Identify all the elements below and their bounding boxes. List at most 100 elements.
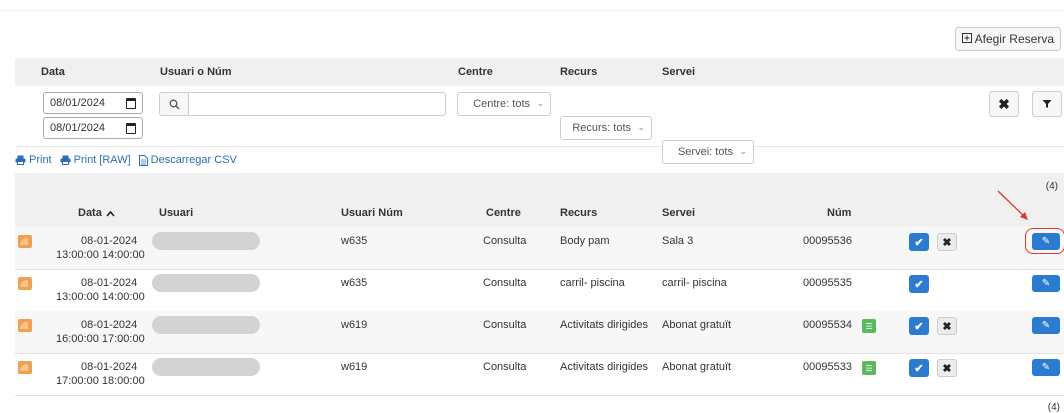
confirm-button[interactable]: ✔ — [909, 317, 929, 335]
servei-select-value: Servei: tots — [677, 146, 733, 158]
filter-header-centre: Centre — [458, 66, 493, 78]
row-recurs: Body pam — [560, 235, 610, 247]
filter-header-data: Data — [41, 66, 65, 78]
date-from-value: 08/01/2024 — [50, 97, 106, 109]
notes-badge-icon[interactable]: ☰ — [862, 361, 876, 375]
add-reservation-label: Afegir Reserva — [974, 32, 1054, 46]
annotation-arrow-icon — [997, 190, 1028, 220]
user-avatar-redacted — [152, 274, 260, 292]
search-icon — [169, 99, 179, 109]
download-csv-link[interactable]: Descarregar CSV — [138, 154, 237, 166]
document-icon — [138, 154, 148, 166]
date-to-input[interactable]: 08/01/2024 — [43, 117, 143, 139]
edit-icon: ✎ — [1041, 320, 1051, 331]
clear-filters-button[interactable]: ✖ — [989, 91, 1019, 117]
edit-icon: ✎ — [1041, 278, 1051, 289]
calendar-icon[interactable] — [126, 122, 136, 134]
row-time: 13:00:00 14:00:00 — [56, 291, 145, 303]
filter-header-recurs: Recurs — [560, 66, 598, 78]
print-raw-label: Print [RAW] — [73, 154, 131, 166]
column-header-usuari-num: Usuari Núm — [341, 207, 403, 219]
column-header-usuari: Usuari — [159, 207, 194, 219]
table-row: 08-01-2024 16:00:00 17:00:00 w619 Consul… — [15, 311, 1064, 354]
edit-button[interactable]: ✎ — [1032, 317, 1060, 334]
confirm-button[interactable]: ✔ — [909, 359, 929, 377]
edit-button[interactable]: ✎ — [1032, 359, 1060, 376]
recurs-select-value: Recurs: tots — [572, 122, 631, 134]
centre-select[interactable]: Centre: tots ⌄ — [457, 92, 551, 116]
row-time: 13:00:00 14:00:00 — [56, 249, 145, 261]
export-links: Print Print [RAW] Descarregar CSV — [15, 154, 237, 166]
filter-button[interactable] — [1032, 91, 1062, 117]
edit-button[interactable]: ✎ — [1032, 275, 1060, 292]
close-icon: ✖ — [998, 95, 1010, 112]
status-indicator-icon — [18, 361, 32, 374]
close-icon: ✖ — [942, 236, 952, 249]
column-header-num: Núm — [827, 207, 852, 219]
print-label: Print — [29, 154, 52, 166]
date-to-value: 08/01/2024 — [50, 122, 106, 134]
user-avatar-redacted — [152, 358, 260, 376]
row-recurs: Activitats dirigides — [560, 361, 649, 373]
reject-button[interactable]: ✖ — [937, 359, 957, 377]
plus-square-icon — [961, 32, 972, 46]
filter-header-servei: Servei — [662, 66, 696, 78]
status-indicator-icon — [18, 319, 32, 332]
search-button[interactable] — [159, 92, 189, 116]
check-icon: ✔ — [914, 362, 924, 375]
confirm-button[interactable]: ✔ — [909, 275, 929, 293]
reject-button[interactable]: ✖ — [937, 317, 957, 335]
table-row: 08-01-2024 17:00:00 18:00:00 w619 Consul… — [15, 353, 1064, 396]
column-header-centre: Centre — [486, 207, 521, 219]
footer-results-count: (4) — [1047, 402, 1060, 413]
row-servei: Abonat gratuït — [662, 361, 732, 373]
row-usuari-num: w635 — [341, 277, 368, 289]
row-recurs: Activitats dirigides — [560, 319, 649, 331]
column-header-recurs: Recurs — [560, 207, 598, 219]
add-reservation-button[interactable]: Afegir Reserva — [954, 27, 1061, 51]
row-centre: Consulta — [483, 235, 527, 247]
row-time: 16:00:00 17:00:00 — [56, 333, 145, 345]
row-servei: Sala 3 — [662, 235, 694, 247]
user-search-group — [159, 92, 446, 116]
calendar-icon[interactable] — [126, 97, 136, 109]
column-header-servei: Servei — [662, 207, 696, 219]
filter-header-bar: Data Usuari o Núm Centre Recurs Servei — [15, 58, 1064, 86]
close-icon: ✖ — [942, 362, 952, 375]
filter-header-user: Usuari o Núm — [160, 66, 232, 78]
row-date: 08-01-2024 — [81, 361, 138, 373]
top-divider — [0, 10, 1064, 11]
chevron-up-icon — [106, 210, 115, 217]
download-csv-label: Descarregar CSV — [150, 154, 237, 166]
recurs-select[interactable]: Recurs: tots ⌄ — [560, 116, 652, 140]
chevron-down-icon: ⌄ — [637, 122, 645, 132]
chevron-down-icon: ⌄ — [739, 146, 747, 156]
column-header-data-label: Data — [78, 207, 102, 219]
row-recurs: carril- piscina — [560, 277, 625, 289]
print-link[interactable]: Print — [15, 154, 52, 166]
user-avatar-redacted — [152, 316, 260, 334]
centre-select-value: Centre: tots — [473, 98, 530, 110]
results-count-bar: (4) — [15, 173, 1064, 199]
filter-area: 08/01/2024 08/01/2024 Centre: tots ⌄ Rec… — [15, 86, 1064, 164]
servei-select[interactable]: Servei: tots ⌄ — [662, 140, 754, 164]
row-usuari-num: w619 — [341, 361, 368, 373]
status-indicator-icon — [18, 235, 32, 248]
column-header-data[interactable]: Data — [78, 207, 115, 219]
close-icon: ✖ — [942, 320, 952, 333]
row-usuari-num: w619 — [341, 319, 368, 331]
row-date: 08-01-2024 — [81, 277, 138, 289]
reject-button[interactable]: ✖ — [937, 233, 957, 251]
row-centre: Consulta — [483, 277, 527, 289]
row-num: 00095536 — [803, 235, 852, 247]
date-from-input[interactable]: 08/01/2024 — [43, 92, 143, 114]
row-centre: Consulta — [483, 319, 527, 331]
check-icon: ✔ — [914, 320, 924, 333]
table-header: Data Usuari Usuari Núm Centre Recurs Ser… — [15, 199, 1064, 228]
row-date: 08-01-2024 — [81, 319, 138, 331]
print-raw-link[interactable]: Print [RAW] — [60, 154, 131, 166]
confirm-button[interactable]: ✔ — [909, 233, 929, 251]
notes-badge-icon[interactable]: ☰ — [862, 319, 876, 333]
table-row: 08-01-2024 13:00:00 14:00:00 w635 Consul… — [15, 269, 1064, 312]
user-search-input[interactable] — [189, 92, 446, 116]
